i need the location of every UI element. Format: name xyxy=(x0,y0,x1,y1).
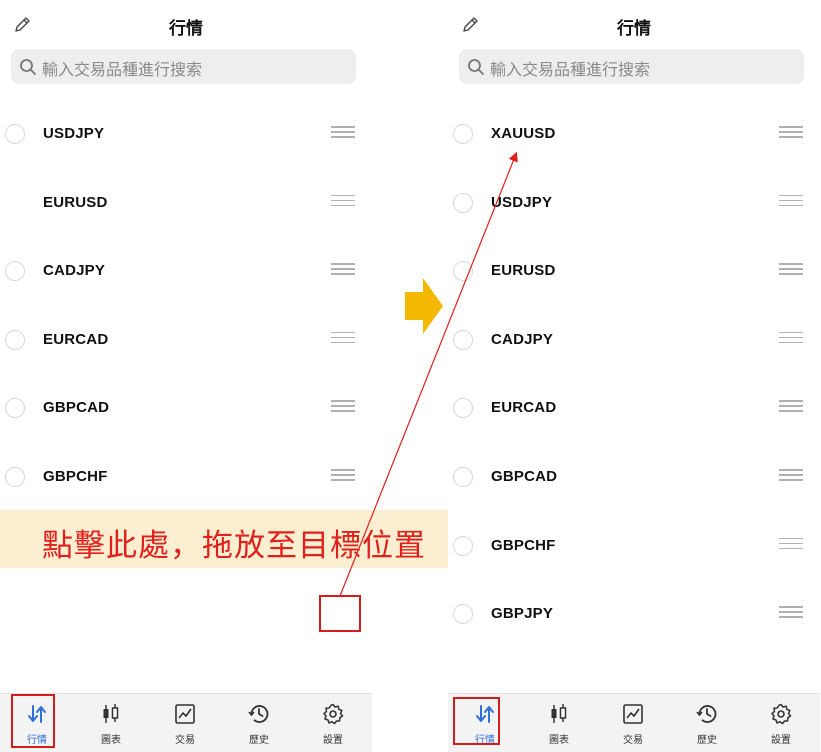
drag-path-line xyxy=(339,151,518,597)
drag-path-overlay xyxy=(339,151,518,597)
